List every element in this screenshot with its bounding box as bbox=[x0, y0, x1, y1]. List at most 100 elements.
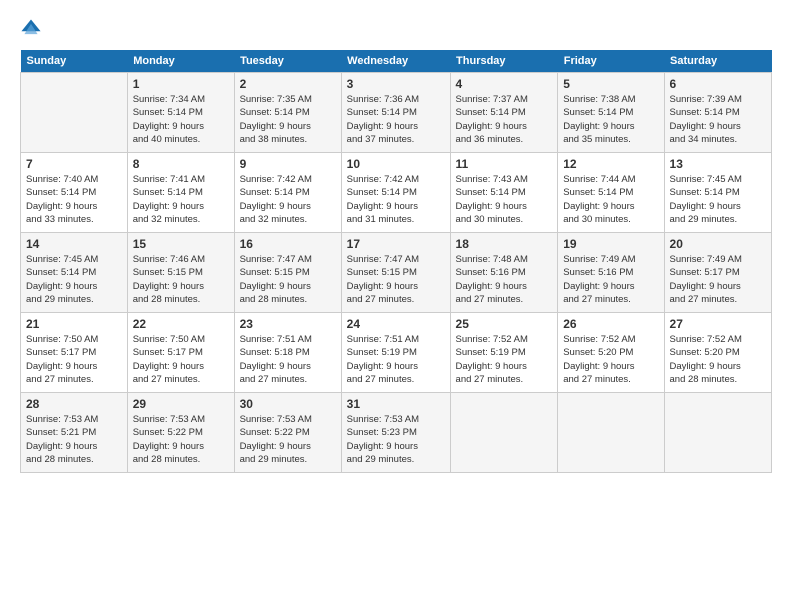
cell-info: Sunrise: 7:53 AM Sunset: 5:23 PM Dayligh… bbox=[347, 413, 445, 466]
week-row-3: 14 Sunrise: 7:45 AM Sunset: 5:14 PM Dayli… bbox=[21, 233, 772, 313]
cell-info: Sunrise: 7:53 AM Sunset: 5:22 PM Dayligh… bbox=[240, 413, 336, 466]
day-header-row: SundayMondayTuesdayWednesdayThursdayFrid… bbox=[21, 50, 772, 73]
day-number: 25 bbox=[456, 317, 553, 331]
day-number: 24 bbox=[347, 317, 445, 331]
cell-info: Sunrise: 7:53 AM Sunset: 5:22 PM Dayligh… bbox=[133, 413, 229, 466]
cell-info: Sunrise: 7:52 AM Sunset: 5:20 PM Dayligh… bbox=[563, 333, 658, 386]
cell-info: Sunrise: 7:51 AM Sunset: 5:18 PM Dayligh… bbox=[240, 333, 336, 386]
day-number: 21 bbox=[26, 317, 122, 331]
cell-info: Sunrise: 7:49 AM Sunset: 5:17 PM Dayligh… bbox=[670, 253, 766, 306]
day-header-saturday: Saturday bbox=[664, 50, 771, 73]
day-number: 4 bbox=[456, 77, 553, 91]
day-number: 10 bbox=[347, 157, 445, 171]
day-number: 2 bbox=[240, 77, 336, 91]
cell-info: Sunrise: 7:52 AM Sunset: 5:20 PM Dayligh… bbox=[670, 333, 766, 386]
calendar-cell: 9Sunrise: 7:42 AM Sunset: 5:14 PM Daylig… bbox=[234, 153, 341, 233]
cell-info: Sunrise: 7:50 AM Sunset: 5:17 PM Dayligh… bbox=[26, 333, 122, 386]
calendar-cell: 18Sunrise: 7:48 AM Sunset: 5:16 PM Dayli… bbox=[450, 233, 558, 313]
day-number: 15 bbox=[133, 237, 229, 251]
calendar-cell: 22 Sunrise: 7:50 AM Sunset: 5:17 PM Dayli… bbox=[127, 313, 234, 393]
calendar-cell: 12 Sunrise: 7:44 AM Sunset: 5:14 PM Dayli… bbox=[558, 153, 664, 233]
calendar-cell: 10 Sunrise: 7:42 AM Sunset: 5:14 PM Dayli… bbox=[341, 153, 450, 233]
calendar-cell: 8 Sunrise: 7:41 AM Sunset: 5:14 PM Daylig… bbox=[127, 153, 234, 233]
day-number: 16 bbox=[240, 237, 336, 251]
day-number: 20 bbox=[670, 237, 766, 251]
day-number: 14 bbox=[26, 237, 122, 251]
calendar-cell: 30 Sunrise: 7:53 AM Sunset: 5:22 PM Dayli… bbox=[234, 393, 341, 473]
calendar-cell: 6Sunrise: 7:39 AM Sunset: 5:14 PM Daylig… bbox=[664, 73, 771, 153]
calendar-cell: 28Sunrise: 7:53 AM Sunset: 5:21 PM Dayli… bbox=[21, 393, 128, 473]
calendar-cell: 2 Sunrise: 7:35 AM Sunset: 5:14 PM Daylig… bbox=[234, 73, 341, 153]
cell-info: Sunrise: 7:44 AM Sunset: 5:14 PM Dayligh… bbox=[563, 173, 658, 226]
day-number: 26 bbox=[563, 317, 658, 331]
day-number: 28 bbox=[26, 397, 122, 411]
calendar-cell: 25 Sunrise: 7:52 AM Sunset: 5:19 PM Dayli… bbox=[450, 313, 558, 393]
day-number: 19 bbox=[563, 237, 658, 251]
calendar-cell: 1 Sunrise: 7:34 AM Sunset: 5:14 PM Daylig… bbox=[127, 73, 234, 153]
day-number: 11 bbox=[456, 157, 553, 171]
day-number: 3 bbox=[347, 77, 445, 91]
cell-info: Sunrise: 7:43 AM Sunset: 5:14 PM Dayligh… bbox=[456, 173, 553, 226]
calendar-cell bbox=[558, 393, 664, 473]
calendar-cell: 27 Sunrise: 7:52 AM Sunset: 5:20 PM Dayli… bbox=[664, 313, 771, 393]
day-header-friday: Friday bbox=[558, 50, 664, 73]
day-header-tuesday: Tuesday bbox=[234, 50, 341, 73]
cell-info: Sunrise: 7:46 AM Sunset: 5:15 PM Dayligh… bbox=[133, 253, 229, 306]
cell-info: Sunrise: 7:45 AM Sunset: 5:14 PM Dayligh… bbox=[670, 173, 766, 226]
calendar-cell: 29 Sunrise: 7:53 AM Sunset: 5:22 PM Dayli… bbox=[127, 393, 234, 473]
calendar-cell: 26 Sunrise: 7:52 AM Sunset: 5:20 PM Dayli… bbox=[558, 313, 664, 393]
cell-info: Sunrise: 7:34 AM Sunset: 5:14 PM Dayligh… bbox=[133, 93, 229, 146]
calendar-cell: 14 Sunrise: 7:45 AM Sunset: 5:14 PM Dayli… bbox=[21, 233, 128, 313]
day-number: 17 bbox=[347, 237, 445, 251]
cell-info: Sunrise: 7:52 AM Sunset: 5:19 PM Dayligh… bbox=[456, 333, 553, 386]
day-number: 22 bbox=[133, 317, 229, 331]
cell-info: Sunrise: 7:48 AM Sunset: 5:16 PM Dayligh… bbox=[456, 253, 553, 306]
calendar-cell: 13 Sunrise: 7:45 AM Sunset: 5:14 PM Dayli… bbox=[664, 153, 771, 233]
logo bbox=[20, 18, 46, 40]
day-number: 27 bbox=[670, 317, 766, 331]
calendar-cell bbox=[664, 393, 771, 473]
day-number: 1 bbox=[133, 77, 229, 91]
day-number: 9 bbox=[240, 157, 336, 171]
day-number: 31 bbox=[347, 397, 445, 411]
cell-info: Sunrise: 7:51 AM Sunset: 5:19 PM Dayligh… bbox=[347, 333, 445, 386]
calendar-cell: 11 Sunrise: 7:43 AM Sunset: 5:14 PM Dayli… bbox=[450, 153, 558, 233]
calendar-cell: 3 Sunrise: 7:36 AM Sunset: 5:14 PM Daylig… bbox=[341, 73, 450, 153]
calendar-table: SundayMondayTuesdayWednesdayThursdayFrid… bbox=[20, 50, 772, 473]
cell-info: Sunrise: 7:36 AM Sunset: 5:14 PM Dayligh… bbox=[347, 93, 445, 146]
calendar-cell: 5Sunrise: 7:38 AM Sunset: 5:14 PM Daylig… bbox=[558, 73, 664, 153]
cell-info: Sunrise: 7:42 AM Sunset: 5:14 PM Dayligh… bbox=[347, 173, 445, 226]
cell-info: Sunrise: 7:37 AM Sunset: 5:14 PM Dayligh… bbox=[456, 93, 553, 146]
day-number: 30 bbox=[240, 397, 336, 411]
page: SundayMondayTuesdayWednesdayThursdayFrid… bbox=[0, 0, 792, 612]
calendar-cell bbox=[450, 393, 558, 473]
cell-info: Sunrise: 7:47 AM Sunset: 5:15 PM Dayligh… bbox=[240, 253, 336, 306]
calendar-cell: 4 Sunrise: 7:37 AM Sunset: 5:14 PM Daylig… bbox=[450, 73, 558, 153]
day-header-thursday: Thursday bbox=[450, 50, 558, 73]
day-number: 7 bbox=[26, 157, 122, 171]
calendar-cell: 16 Sunrise: 7:47 AM Sunset: 5:15 PM Dayli… bbox=[234, 233, 341, 313]
day-number: 13 bbox=[670, 157, 766, 171]
cell-info: Sunrise: 7:41 AM Sunset: 5:14 PM Dayligh… bbox=[133, 173, 229, 226]
calendar-cell: 24 Sunrise: 7:51 AM Sunset: 5:19 PM Dayli… bbox=[341, 313, 450, 393]
week-row-4: 21 Sunrise: 7:50 AM Sunset: 5:17 PM Dayli… bbox=[21, 313, 772, 393]
calendar-cell: 19 Sunrise: 7:49 AM Sunset: 5:16 PM Dayli… bbox=[558, 233, 664, 313]
day-number: 29 bbox=[133, 397, 229, 411]
cell-info: Sunrise: 7:49 AM Sunset: 5:16 PM Dayligh… bbox=[563, 253, 658, 306]
calendar-cell: 20 Sunrise: 7:49 AM Sunset: 5:17 PM Dayli… bbox=[664, 233, 771, 313]
day-header-sunday: Sunday bbox=[21, 50, 128, 73]
day-number: 8 bbox=[133, 157, 229, 171]
day-number: 12 bbox=[563, 157, 658, 171]
week-row-1: 1 Sunrise: 7:34 AM Sunset: 5:14 PM Daylig… bbox=[21, 73, 772, 153]
calendar-cell: 31 Sunrise: 7:53 AM Sunset: 5:23 PM Dayli… bbox=[341, 393, 450, 473]
calendar-cell: 17Sunrise: 7:47 AM Sunset: 5:15 PM Dayli… bbox=[341, 233, 450, 313]
day-number: 23 bbox=[240, 317, 336, 331]
cell-info: Sunrise: 7:45 AM Sunset: 5:14 PM Dayligh… bbox=[26, 253, 122, 306]
logo-icon bbox=[20, 18, 42, 40]
day-number: 6 bbox=[670, 77, 766, 91]
calendar-cell: 7Sunrise: 7:40 AM Sunset: 5:14 PM Daylig… bbox=[21, 153, 128, 233]
cell-info: Sunrise: 7:50 AM Sunset: 5:17 PM Dayligh… bbox=[133, 333, 229, 386]
cell-info: Sunrise: 7:35 AM Sunset: 5:14 PM Dayligh… bbox=[240, 93, 336, 146]
header bbox=[20, 18, 772, 40]
week-row-2: 7Sunrise: 7:40 AM Sunset: 5:14 PM Daylig… bbox=[21, 153, 772, 233]
